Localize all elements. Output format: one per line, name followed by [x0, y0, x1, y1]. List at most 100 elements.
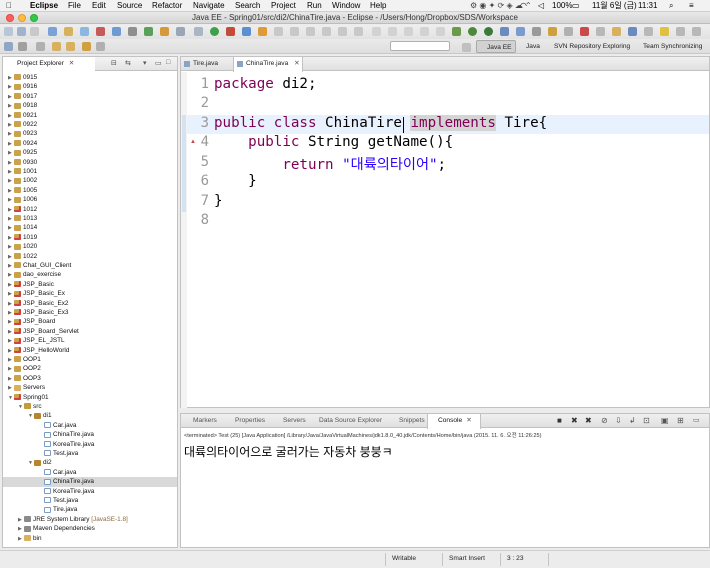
code-line-3[interactable]: public class ChinaTire implements Tire{ — [214, 115, 547, 131]
perspective-team-sync[interactable]: Team Synchronizing — [635, 40, 702, 53]
toolbar-icon-d[interactable] — [322, 27, 331, 36]
toolbar-icon-j[interactable] — [420, 27, 429, 36]
menu-refactor[interactable]: Refactor — [152, 0, 182, 12]
remove-launch-icon[interactable]: ✖ — [571, 416, 578, 425]
toolbar-icon-m[interactable] — [500, 27, 509, 36]
maximize-view-icon[interactable]: □ — [166, 59, 170, 66]
perspective-java[interactable]: Java — [518, 40, 540, 53]
tree-item[interactable]: ▶ 0918 — [3, 101, 177, 110]
tree-item[interactable]: ▶ bin — [3, 534, 177, 543]
tree-item[interactable]: ▶ 1020 — [3, 242, 177, 251]
tree-item[interactable]: ▶ 0923 — [3, 129, 177, 138]
clock-date[interactable]: 11월 6일 (금) — [592, 0, 637, 12]
tree-item[interactable]: ▶ JRE System Library [JavaSE-1.8] — [3, 515, 177, 524]
code-line-4[interactable]: public String getName(){ — [214, 134, 453, 150]
tree-item[interactable]: KoreaTire.java — [3, 487, 177, 496]
tree-item[interactable]: ▼ di1 — [3, 411, 177, 420]
tree-item[interactable]: KoreaTire.java — [3, 440, 177, 449]
override-marker-icon[interactable]: ▲ — [190, 139, 196, 145]
toolbar-icon-u[interactable] — [628, 27, 637, 36]
minimize-view-icon[interactable]: ▭ — [693, 416, 700, 424]
tree-item[interactable]: ▶ 1022 — [3, 252, 177, 261]
tab-console[interactable]: Console ✕ — [427, 414, 481, 429]
toolbar-icon-e[interactable] — [338, 27, 347, 36]
clear-console-icon[interactable]: ⊘ — [601, 416, 608, 425]
tree-item[interactable]: ▶ 0925 — [3, 148, 177, 157]
folder-icon[interactable] — [64, 27, 73, 36]
tree-item[interactable]: Tire.java — [3, 505, 177, 514]
forward-icon[interactable] — [96, 42, 105, 51]
code-line-1[interactable]: package di2; — [214, 76, 317, 92]
menu-help[interactable]: Help — [370, 0, 386, 12]
close-tab-icon[interactable]: ✕ — [466, 417, 472, 424]
toolbar-icon-a[interactable] — [274, 27, 283, 36]
tree-item[interactable]: ▶ 0930 — [3, 158, 177, 167]
save-icon[interactable] — [17, 27, 26, 36]
tree-item[interactable]: ▶ JSP_Basic_Ex2 — [3, 299, 177, 308]
open-perspective-icon[interactable] — [462, 43, 471, 52]
tree-item[interactable]: ▶ Maven Dependencies — [3, 524, 177, 533]
pin-console-icon[interactable]: ⊡ — [643, 416, 650, 425]
toolbar-icon-g[interactable] — [372, 27, 381, 36]
tree-item[interactable]: ▼ src — [3, 402, 177, 411]
tree-item[interactable]: ▶ dao_exercise — [3, 270, 177, 279]
toolbar-icon-h[interactable] — [388, 27, 397, 36]
tab-project-explorer[interactable]: Project Explorer ✕ — [3, 57, 95, 71]
toolbar-icon-q[interactable] — [564, 27, 573, 36]
new-icon[interactable] — [4, 27, 13, 36]
tree-item[interactable]: ▶ 0917 — [3, 92, 177, 101]
toolbar-icon-y[interactable] — [692, 27, 701, 36]
toolbar-icon-s[interactable] — [596, 27, 605, 36]
perspective-java-ee[interactable]: Java EE — [476, 40, 516, 53]
notification-icon[interactable]: ≡ — [689, 0, 694, 12]
link-editor-icon[interactable]: ⇆ — [125, 59, 131, 67]
menu-edit[interactable]: Edit — [92, 0, 106, 12]
apple-icon[interactable]:  — [6, 0, 12, 12]
tab-snippets[interactable]: Snippets — [389, 414, 425, 428]
menu-run[interactable]: Run — [307, 0, 322, 12]
tree-item[interactable]: ▶ 1012 — [3, 205, 177, 214]
toolbar-icon-n[interactable] — [516, 27, 525, 36]
tab-servers[interactable]: Servers — [273, 414, 306, 428]
tree-item[interactable]: ▶ 0916 — [3, 82, 177, 91]
toolbar-icon-x[interactable] — [676, 27, 685, 36]
debug-server-icon[interactable] — [96, 27, 105, 36]
refresh-icon[interactable] — [194, 27, 203, 36]
grid-icon[interactable] — [176, 27, 185, 36]
toolbar-icon-o[interactable] — [532, 27, 541, 36]
code-line-7[interactable]: } — [214, 193, 223, 209]
display-console-icon[interactable]: ▣ — [661, 416, 669, 425]
toolbar-icon-l[interactable] — [452, 27, 461, 36]
tree-item[interactable]: ▶ Chat_GUI_Client — [3, 261, 177, 270]
nav-icon-c[interactable] — [36, 42, 45, 51]
coverage-icon[interactable] — [242, 27, 251, 36]
view-menu-icon[interactable]: ▾ — [143, 59, 147, 67]
zoom-window-button[interactable] — [30, 14, 38, 22]
remove-all-icon[interactable]: ✖ — [585, 416, 592, 425]
quick-access-input[interactable] — [390, 41, 450, 51]
tab-tire-java[interactable]: Tire.java — [181, 57, 231, 71]
print-icon[interactable] — [48, 27, 57, 36]
run-icon[interactable] — [210, 27, 219, 36]
tree-item[interactable]: ▶ 0921 — [3, 111, 177, 120]
spotlight-icon[interactable]: ⌕ — [669, 0, 673, 12]
minimize-window-button[interactable] — [18, 14, 26, 22]
terminal-icon[interactable] — [128, 27, 137, 36]
tab-chinatire-java[interactable]: ChinaTire.java ✕ — [233, 57, 303, 72]
wizard-icon[interactable] — [144, 27, 153, 36]
toolbar-icon-i[interactable] — [404, 27, 413, 36]
tree-item[interactable]: ▶ 1013 — [3, 214, 177, 223]
tree-item[interactable]: Test.java — [3, 449, 177, 458]
tree-item[interactable]: ▶ 1001 — [3, 167, 177, 176]
tree-item[interactable]: ▶ 1019 — [3, 233, 177, 242]
menu-file[interactable]: File — [68, 0, 81, 12]
debug-icon[interactable] — [226, 27, 235, 36]
perspective-svn[interactable]: SVN Repository Exploring — [546, 40, 630, 53]
next-annotation-icon[interactable] — [52, 42, 61, 51]
run-last-icon[interactable] — [468, 27, 477, 36]
toolbar-icon-v[interactable] — [644, 27, 653, 36]
close-window-button[interactable] — [6, 14, 14, 22]
clock-time[interactable]: 11:31 — [638, 0, 657, 12]
tree-item[interactable]: ▼ di2 — [3, 458, 177, 467]
menu-source[interactable]: Source — [117, 0, 142, 12]
